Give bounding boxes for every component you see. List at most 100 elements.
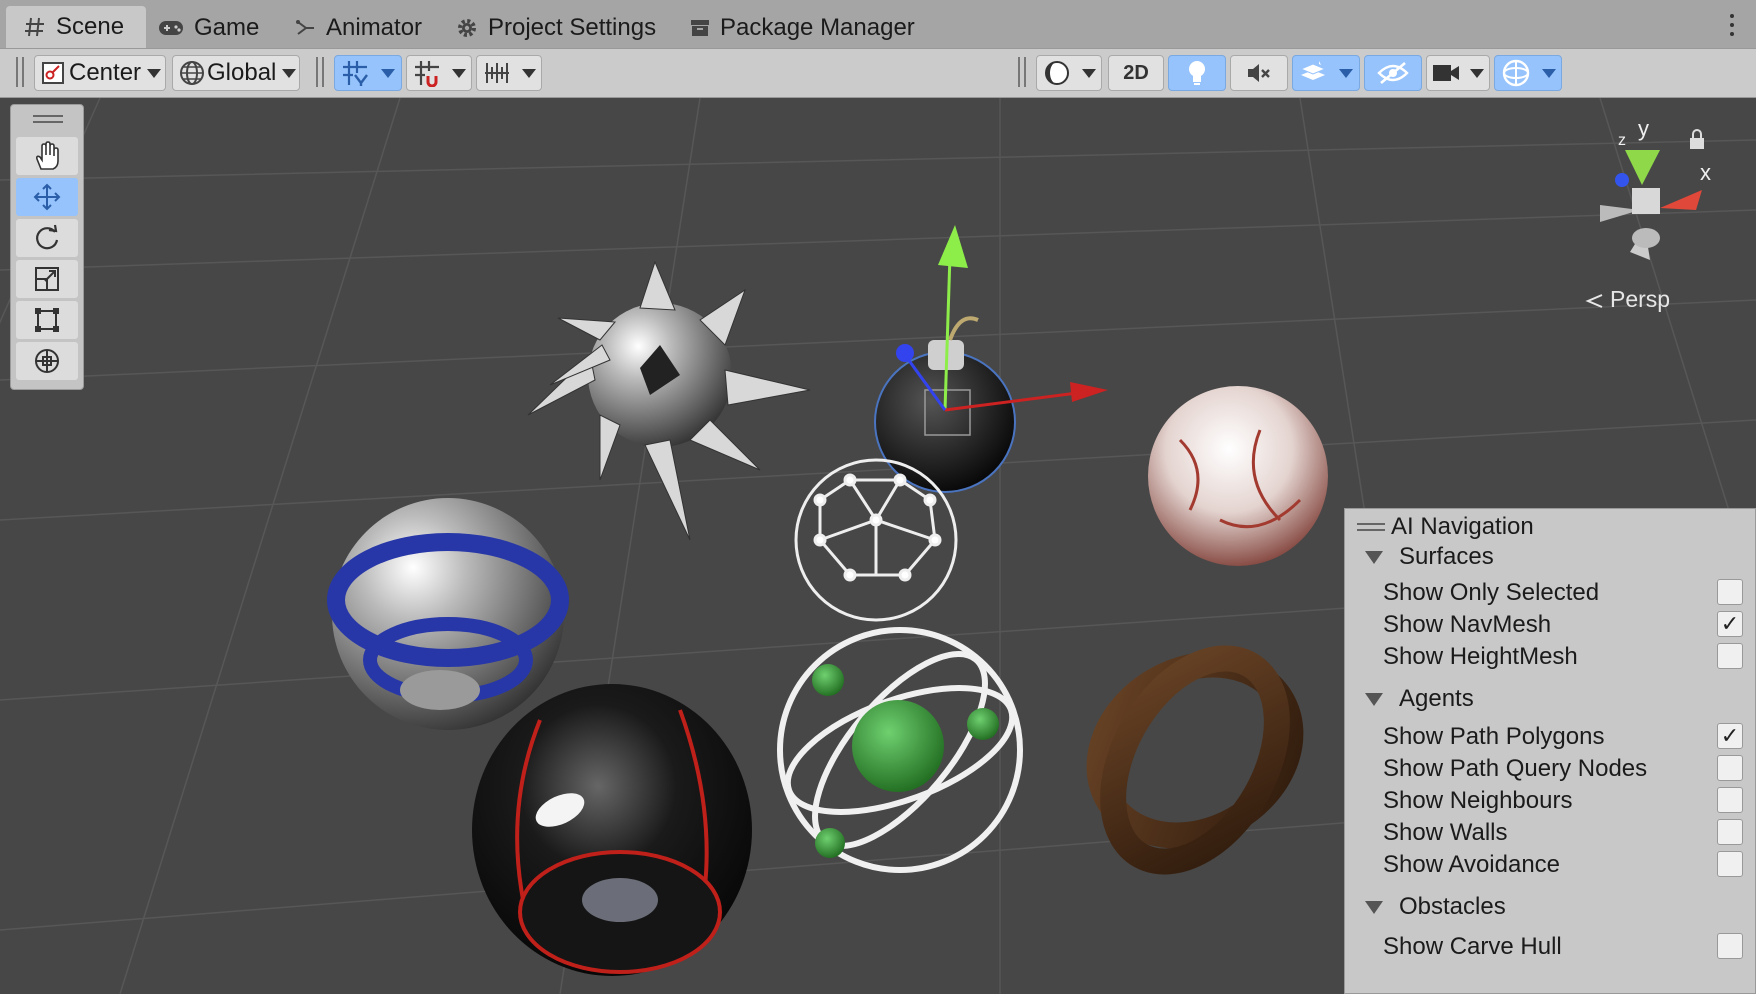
space-mode-dropdown[interactable]: Global xyxy=(172,55,300,91)
hash-icon xyxy=(24,16,46,38)
section-surfaces[interactable]: Surfaces xyxy=(1365,543,1494,571)
globe-icon xyxy=(179,60,205,86)
striped-ball[interactable] xyxy=(327,498,569,730)
show-heightmesh-checkbox[interactable] xyxy=(1717,643,1743,669)
eyeball[interactable] xyxy=(1148,386,1328,566)
scene-toolbar: Center Global 2D xyxy=(0,49,1756,98)
tab-bar: Scene Game Animator Project Settings Pac… xyxy=(0,0,1756,49)
section-obstacles[interactable]: Obstacles xyxy=(1365,893,1506,921)
show-path-polygons-checkbox[interactable]: ✓ xyxy=(1717,723,1743,749)
tab-scene[interactable]: Scene xyxy=(6,6,147,48)
camera-icon xyxy=(1432,62,1460,84)
snap-settings-dropdown[interactable] xyxy=(476,55,542,91)
audio-toggle[interactable] xyxy=(1230,55,1288,91)
toggle-row[interactable]: Show HeightMesh xyxy=(1383,641,1743,673)
hand-icon xyxy=(33,141,61,171)
toolbar-grip[interactable] xyxy=(1018,57,1026,87)
checkmark-icon: ✓ xyxy=(1720,611,1740,636)
bomb[interactable] xyxy=(874,225,1108,493)
tools-overlay xyxy=(10,104,84,390)
show-navmesh-checkbox[interactable]: ✓ xyxy=(1717,611,1743,637)
scale-icon xyxy=(33,265,61,293)
buckyball[interactable] xyxy=(794,458,958,622)
scale-tool-button[interactable] xyxy=(16,260,78,298)
tab-animator[interactable]: Animator xyxy=(296,8,422,48)
section-agents[interactable]: Agents xyxy=(1365,685,1474,713)
chevron-down-icon xyxy=(1339,68,1353,78)
show-walls-checkbox[interactable] xyxy=(1717,819,1743,845)
package-icon xyxy=(690,19,710,37)
tab-game[interactable]: Game xyxy=(158,8,259,48)
toggle-row[interactable]: Show Only Selected xyxy=(1383,577,1743,609)
atom-model[interactable] xyxy=(772,627,1028,873)
triangle-down-icon xyxy=(1365,550,1383,564)
rotate-tool-button[interactable] xyxy=(16,219,78,257)
more-options-icon[interactable] xyxy=(1730,14,1736,41)
ruler-icon xyxy=(483,61,511,85)
increment-snap-toggle[interactable] xyxy=(406,55,472,91)
ai-navigation-title: AI Navigation xyxy=(1391,513,1534,540)
checkmark-icon: ✓ xyxy=(1720,723,1740,748)
move-arrows-icon xyxy=(32,182,62,212)
gizmos-toggle[interactable] xyxy=(1494,55,1562,91)
effects-toggle[interactable] xyxy=(1292,55,1360,91)
chevron-down-icon xyxy=(521,68,536,78)
transform-tool-button[interactable] xyxy=(16,342,78,380)
axis-y-label: y xyxy=(1638,116,1649,141)
show-avoidance-checkbox[interactable] xyxy=(1717,851,1743,877)
ai-navigation-overlay: AI Navigation Surfaces Show Only Selecte… xyxy=(1344,508,1756,994)
rect-transform-icon xyxy=(33,306,61,334)
pivot-mode-dropdown[interactable]: Center xyxy=(34,55,166,91)
layers-effects-icon xyxy=(1299,60,1327,86)
speaker-muted-icon xyxy=(1246,61,1272,85)
grid-snap-icon xyxy=(341,59,369,87)
chevron-down-icon xyxy=(381,68,395,78)
axis-z-label: z xyxy=(1618,132,1626,149)
show-carve-hull-checkbox[interactable] xyxy=(1717,933,1743,959)
chevron-down-icon xyxy=(147,68,162,78)
rect-tool-button[interactable] xyxy=(16,301,78,339)
toggle-row[interactable]: Show Path Polygons ✓ xyxy=(1383,721,1743,753)
toggle-row[interactable]: Show NavMesh ✓ xyxy=(1383,609,1743,641)
chevron-left-icon xyxy=(1585,294,1603,308)
spiked-ball[interactable] xyxy=(527,260,811,541)
toggle-row[interactable]: Show Carve Hull xyxy=(1383,931,1743,963)
rotate-icon xyxy=(33,224,61,252)
projection-label[interactable]: Persp xyxy=(1610,286,1670,313)
tab-project-settings[interactable]: Project Settings xyxy=(456,8,656,48)
show-neighbours-checkbox[interactable] xyxy=(1717,787,1743,813)
triangle-down-icon xyxy=(1365,900,1383,914)
lock-icon[interactable] xyxy=(1690,129,1704,149)
toggle-row[interactable]: Show Neighbours xyxy=(1383,785,1743,817)
camera-settings-dropdown[interactable] xyxy=(1426,55,1490,91)
toggle-row[interactable]: Show Path Query Nodes xyxy=(1383,753,1743,785)
orientation-gizmo[interactable] xyxy=(1585,129,1704,308)
pivot-icon xyxy=(41,61,65,85)
black-sphere[interactable] xyxy=(472,684,752,976)
gear-icon xyxy=(456,17,478,39)
2d-toggle-button[interactable]: 2D xyxy=(1108,55,1164,91)
toolbar-grip[interactable] xyxy=(316,57,324,87)
move-tool-button[interactable] xyxy=(16,178,78,216)
toggle-row[interactable]: Show Avoidance xyxy=(1383,849,1743,881)
grid-snapping-toggle[interactable] xyxy=(334,55,402,91)
transform-icon xyxy=(32,346,62,376)
magnet-grid-icon xyxy=(413,59,441,87)
wooden-rings[interactable] xyxy=(1068,630,1321,891)
overlay-grip[interactable] xyxy=(33,115,63,117)
gamepad-icon xyxy=(158,19,184,37)
scene-visibility-toggle[interactable] xyxy=(1364,55,1422,91)
toolbar-grip[interactable] xyxy=(16,57,24,87)
overlay-grip[interactable] xyxy=(1357,523,1385,525)
lighting-toggle[interactable] xyxy=(1168,55,1226,91)
tab-package-manager[interactable]: Package Manager xyxy=(690,8,915,48)
draw-mode-dropdown[interactable] xyxy=(1036,55,1102,91)
show-path-query-nodes-checkbox[interactable] xyxy=(1717,755,1743,781)
axis-x-label: x xyxy=(1700,160,1711,185)
show-only-selected-checkbox[interactable] xyxy=(1717,579,1743,605)
triangle-down-icon xyxy=(1365,692,1383,706)
light-bulb-icon xyxy=(1186,59,1208,87)
hand-tool-button[interactable] xyxy=(16,137,78,175)
toggle-row[interactable]: Show Walls xyxy=(1383,817,1743,849)
gizmo-sphere-icon xyxy=(1501,58,1531,88)
